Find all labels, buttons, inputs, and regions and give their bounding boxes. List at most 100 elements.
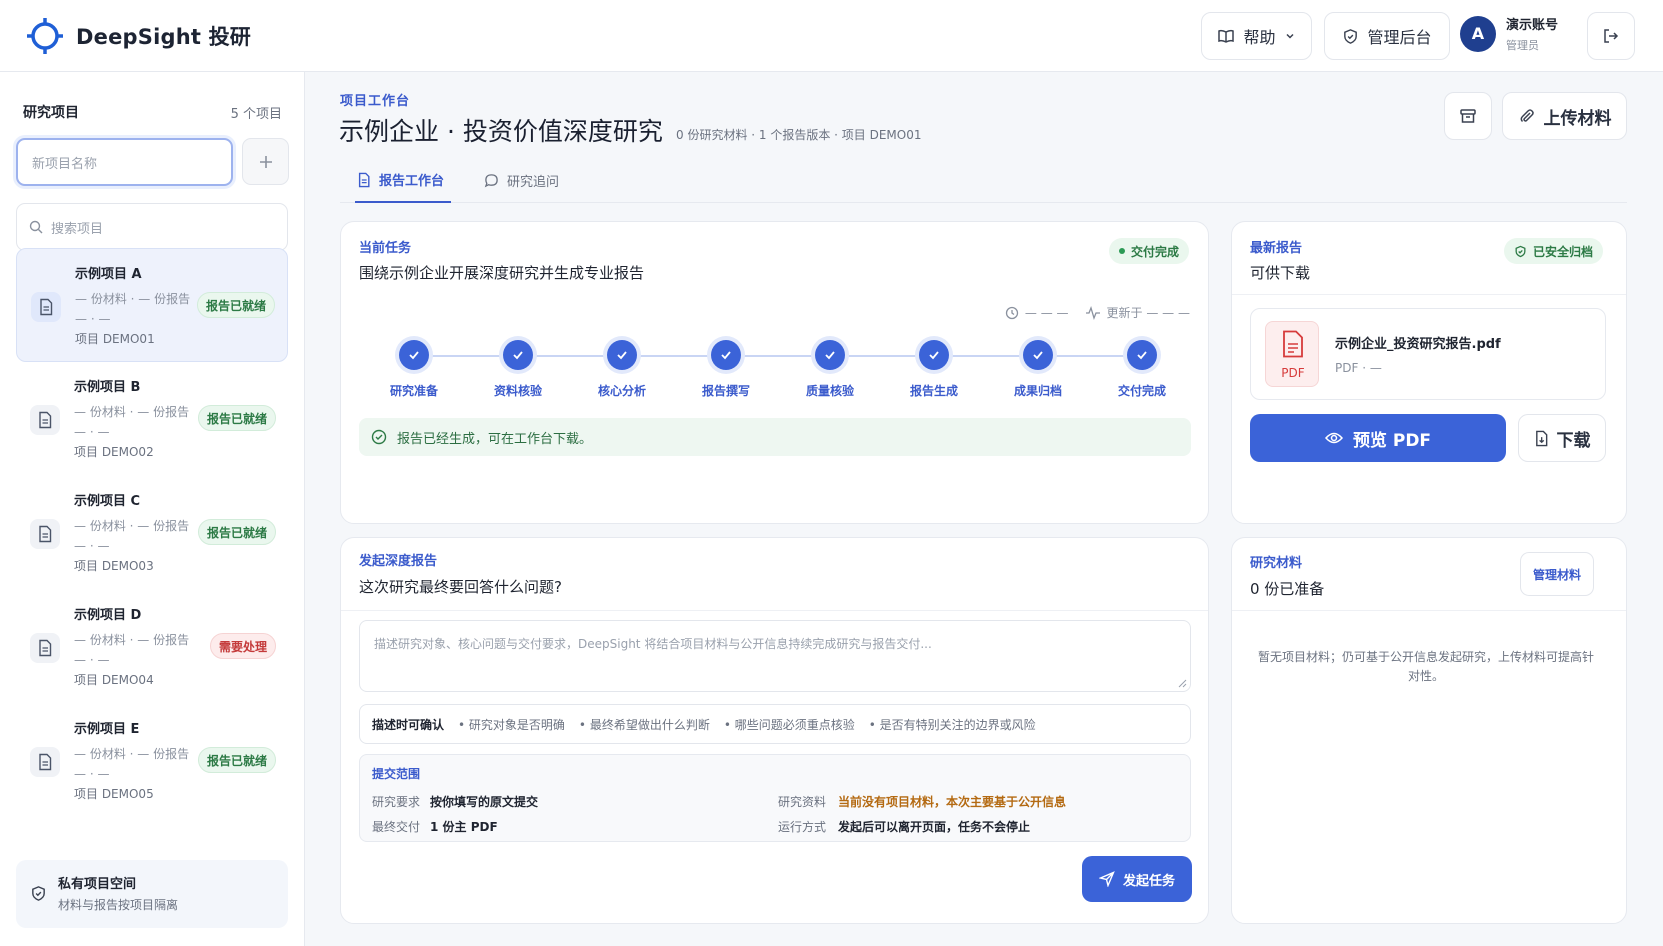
shield-check-icon — [1515, 245, 1526, 257]
crosshair-logo-icon — [27, 18, 63, 54]
scope-title: 提交范围 — [372, 767, 421, 781]
project-item[interactable]: 示例项目 B — 份材料 · — 份报告 — · — 项目 DEMO02 报告已… — [16, 362, 288, 476]
document-icon — [31, 292, 61, 322]
eye-icon — [1324, 432, 1343, 444]
step-item: 交付完成 — [1097, 340, 1187, 399]
status-badge: 报告已就绪 — [197, 405, 276, 431]
project-item[interactable]: 示例项目 C — 份材料 · — 份报告 — · — 项目 DEMO03 报告已… — [16, 476, 288, 590]
scope-value: 发起后可以离开页面，任务不会停止 — [838, 820, 1031, 834]
admin-console-button[interactable]: 管理后台 — [1324, 12, 1450, 60]
logout-icon — [1604, 29, 1619, 43]
tab-research-followup[interactable]: 研究追问 — [484, 158, 559, 203]
activity-icon — [1085, 305, 1100, 320]
archive-button[interactable] — [1444, 92, 1492, 140]
status-badge: 报告已就绪 — [196, 292, 275, 318]
tab-label: 研究追问 — [507, 175, 560, 190]
page-title: 示例企业 · 投资价值深度研究 — [339, 117, 663, 146]
launch-label: 发起任务 — [1122, 873, 1175, 889]
status-text: 交付完成 — [1131, 244, 1180, 259]
research-brief-textarea[interactable]: 描述研究对象、核心问题与交付要求，DeepSight 将结合项目材料与公开信息持… — [359, 620, 1191, 692]
hint-item: • 哪些问题必须重点核验 — [723, 717, 855, 732]
sidebar-title: 研究项目 — [23, 105, 79, 121]
file-meta: PDF · — — [1335, 361, 1382, 375]
project-name: 示例项目 C — [74, 494, 141, 509]
project-meta: — 份材料 · — 份报告 — · — — [74, 633, 190, 667]
document-icon — [30, 633, 60, 663]
project-name: 示例项目 A — [75, 267, 142, 282]
status-badge: 需要处理 — [209, 633, 276, 659]
current-task-card: 当前任务 围绕示例企业开展深度研究并生成专业报告 交付完成 — — — 更新于 … — [340, 221, 1209, 524]
preview-pdf-button[interactable]: 预览 PDF — [1250, 414, 1506, 462]
submission-scope: 提交范围 研究要求 按你填写的原文提交 最终交付 1 份主 PDF 研究资料 当… — [359, 754, 1191, 842]
project-meta: — 份材料 · — 份报告 — · — — [75, 292, 191, 326]
launch-task-button[interactable]: 发起任务 — [1082, 856, 1192, 902]
card-tag: 当前任务 — [359, 241, 412, 256]
project-code: 项目 DEMO05 — [74, 787, 154, 801]
breadcrumb: 项目工作台 — [340, 94, 411, 109]
report-file[interactable]: PDF 示例企业_投资研究报告.pdf PDF · — — [1250, 308, 1606, 400]
completion-notice: 报告已经生成，可在工作台下载。 — [359, 418, 1191, 456]
step-item: 核心分析 — [577, 340, 667, 399]
research-materials-card: 研究材料 0 份已准备 管理材料 暂无项目材料；仍可基于公开信息发起研究，上传材… — [1231, 537, 1627, 924]
logout-button[interactable] — [1587, 12, 1635, 60]
manage-materials-button[interactable]: 管理材料 — [1520, 552, 1594, 596]
project-item[interactable]: 示例项目 E — 份材料 · — 份报告 — · — 项目 DEMO05 报告已… — [16, 704, 288, 818]
help-button[interactable]: 帮助 — [1201, 12, 1312, 60]
admin-label: 管理后台 — [1367, 28, 1432, 47]
document-icon — [30, 405, 60, 435]
card-tag: 发起深度报告 — [359, 554, 438, 569]
chat-bubble-icon — [484, 174, 498, 188]
launch-question: 这次研究最终要回答什么问题? — [359, 578, 562, 596]
document-icon — [30, 519, 60, 549]
check-icon — [503, 340, 533, 370]
step-item: 成果归档 — [993, 340, 1083, 399]
task-title: 围绕示例企业开展深度研究并生成专业报告 — [359, 264, 645, 282]
file-name: 示例企业_投资研究报告.pdf — [1335, 337, 1501, 352]
elapsed-time: — — — — [1024, 305, 1069, 320]
status-badge: 交付完成 — [1109, 238, 1190, 264]
tab-bar: 报告工作台 研究追问 — [340, 158, 1627, 203]
project-item[interactable]: 示例项目 D — 份材料 · — 份报告 — · — 项目 DEMO04 需要处… — [16, 590, 288, 704]
progress-stepper: 研究准备 资料核验 核心分析 报告撰写 质量核验 报告生成 成果归档 交付完成 — [369, 340, 1209, 400]
check-icon — [711, 340, 741, 370]
document-icon — [358, 172, 370, 187]
shield-icon — [1344, 28, 1358, 44]
step-item: 研究准备 — [369, 340, 459, 399]
step-item: 资料核验 — [473, 340, 563, 399]
scope-value: 按你填写的原文提交 — [430, 795, 539, 809]
confirm-hints: 描述时可确认 • 研究对象是否明确 • 最终希望做出什么判断 • 哪些问题必须重… — [359, 704, 1191, 744]
download-label: 下载 — [1556, 430, 1591, 451]
notice-text: 报告已经生成，可在工作台下载。 — [397, 431, 593, 447]
app-logo[interactable]: DeepSight 投研 — [26, 17, 251, 55]
private-space-subtitle: 材料与报告按项目隔离 — [58, 898, 179, 912]
project-name: 示例项目 B — [74, 380, 141, 395]
resize-handle-icon[interactable] — [1177, 678, 1187, 688]
upload-materials-button[interactable]: 上传材料 — [1502, 92, 1627, 140]
search-placeholder: 搜索项目 — [51, 221, 104, 237]
project-code: 项目 DEMO02 — [74, 445, 154, 459]
user-menu[interactable]: A 演示账号 管理员 — [1460, 14, 1558, 53]
avatar: A — [1460, 15, 1496, 52]
project-count: 5 个项目 — [230, 107, 282, 122]
materials-count: 0 份已准备 — [1250, 580, 1325, 598]
step-item: 报告生成 — [889, 340, 979, 399]
pdf-file-icon: PDF — [1265, 321, 1319, 387]
tab-report-workbench[interactable]: 报告工作台 — [355, 158, 451, 203]
add-project-button[interactable] — [242, 138, 289, 185]
scope-key: 研究要求 — [372, 795, 421, 809]
project-name: 示例项目 D — [74, 608, 142, 623]
download-button[interactable]: 下载 — [1518, 414, 1606, 462]
status-dot — [1119, 248, 1125, 254]
project-code: 项目 DEMO04 — [74, 673, 154, 687]
step-label: 核心分析 — [597, 384, 646, 398]
task-time-info: — — — 更新于 — — — — [1005, 304, 1190, 321]
check-icon — [815, 340, 845, 370]
hint-item: • 研究对象是否明确 — [458, 717, 565, 732]
file-type-label: PDF — [1281, 366, 1305, 380]
new-project-input[interactable]: 新项目名称 — [16, 138, 233, 186]
user-name: 演示账号 — [1506, 18, 1559, 33]
check-circle-icon — [371, 429, 387, 445]
project-search-input[interactable]: 搜索项目 — [16, 203, 288, 251]
project-item[interactable]: 示例项目 A — 份材料 · — 份报告 — · — 项目 DEMO01 报告已… — [16, 248, 288, 362]
archived-badge: 已安全归档 — [1504, 238, 1604, 264]
